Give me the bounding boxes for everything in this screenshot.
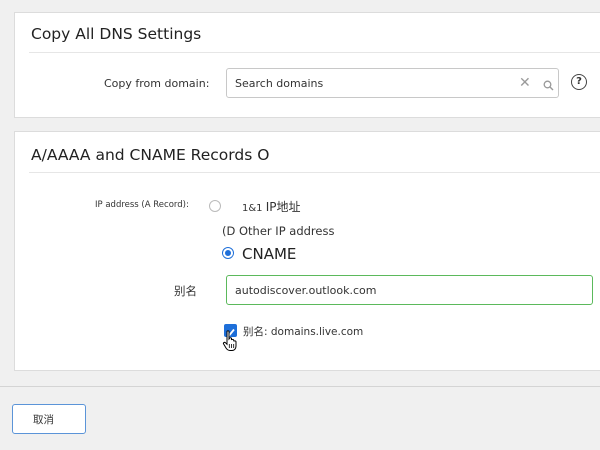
radio-1and1-ip[interactable] [209,200,221,212]
domain-search-input[interactable] [235,75,505,91]
radio-cname[interactable] [222,247,234,259]
divider [29,172,600,173]
copy-dns-panel: Copy All DNS Settings Copy from domain: … [14,12,600,118]
alias-checkbox-label: 别名: domains.live.com [243,326,364,338]
option-1and1-ip-label: 1&1 IP地址 [242,198,301,215]
option-other-ip-label[interactable]: (D Other IP address [222,224,334,238]
option-1and1-prefix: 1&1 [242,203,263,214]
search-icon[interactable] [543,76,554,95]
records-title: A/AAAA and CNAME Records O [31,146,270,164]
copy-from-domain-label: Copy from domain: [104,77,210,90]
option-1and1-suffix: IP地址 [265,200,301,214]
hand-cursor-icon [222,330,238,356]
domain-search-box[interactable]: ✕ [226,68,559,98]
cancel-button[interactable]: 取消 [12,404,86,434]
alias-label: 别名 [174,284,197,298]
help-icon[interactable]: ? [571,74,587,90]
ip-address-label: IP address (A Record): [95,200,189,210]
copy-dns-title: Copy All DNS Settings [31,25,202,43]
alias-input-box[interactable] [226,275,593,305]
alias-input[interactable] [235,282,575,298]
divider [29,52,600,53]
clear-icon[interactable]: ✕ [519,75,531,91]
footer-divider [0,386,600,387]
records-panel: A/AAAA and CNAME Records O IP address (A… [14,131,600,371]
option-cname-label: CNAME [242,245,297,263]
